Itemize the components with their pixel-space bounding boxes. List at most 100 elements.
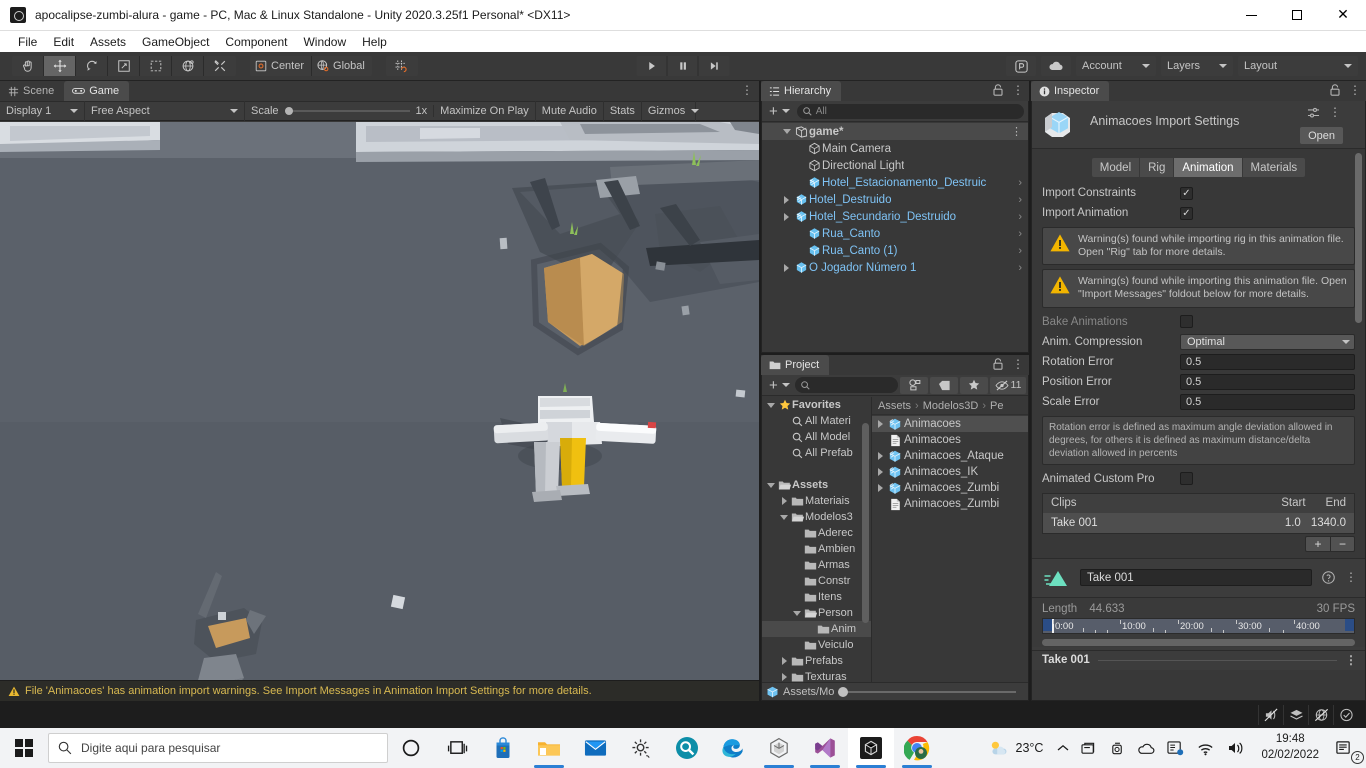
breadcrumb-modelos3d[interactable]: Modelos3D xyxy=(923,400,979,412)
onedrive-cloud-icon[interactable] xyxy=(1131,728,1161,768)
handle-space-button[interactable]: Global xyxy=(312,56,372,76)
project-tree-twisty[interactable] xyxy=(791,610,803,616)
favorites-star-icon[interactable] xyxy=(960,376,988,394)
asset-twisty[interactable] xyxy=(874,468,886,476)
hand-tool-icon[interactable] xyxy=(12,56,44,76)
project-tree-item[interactable]: All Model xyxy=(762,429,871,445)
lock-icon[interactable] xyxy=(993,358,1003,370)
hierarchy-item[interactable]: Hotel_Secundario_Destruido › xyxy=(762,208,1028,225)
menu-help[interactable]: Help xyxy=(354,33,395,51)
menu-edit[interactable]: Edit xyxy=(45,33,82,51)
project-tree-item[interactable]: Anim xyxy=(762,621,871,637)
inspector-scrollbar[interactable] xyxy=(1354,153,1363,696)
scale-tool-icon[interactable] xyxy=(108,56,140,76)
camera-tray-icon[interactable] xyxy=(1104,728,1131,768)
hierarchy-item-twisty[interactable] xyxy=(780,195,793,204)
clip-timeline-bar[interactable]: 0:00 10:00 20:00 30:00 40:00 xyxy=(1042,617,1355,634)
collab-icon[interactable] xyxy=(1006,56,1036,76)
transform-tool-icon[interactable] xyxy=(172,56,204,76)
maximize-on-play-toggle[interactable]: Maximize On Play xyxy=(434,101,536,121)
asset-twisty[interactable] xyxy=(874,484,886,492)
hierarchy-item[interactable]: Hotel_Estacionamento_Destruic › xyxy=(762,174,1028,191)
cloud-icon[interactable] xyxy=(1041,56,1071,76)
clips-table-row[interactable]: Take 001 1.0 1340.0 xyxy=(1043,512,1354,533)
asset-row[interactable]: Animacoes xyxy=(872,416,1028,432)
filter-label-icon[interactable] xyxy=(930,376,958,394)
rect-tool-icon[interactable] xyxy=(140,56,172,76)
notification-center-button[interactable]: 2 xyxy=(1329,728,1366,768)
layout-dropdown[interactable]: Layout xyxy=(1238,56,1358,76)
prefab-open-chevron-icon[interactable]: › xyxy=(1014,194,1022,206)
asset-row[interactable]: Animacoes_IK xyxy=(872,464,1028,480)
add-clip-button[interactable]: + xyxy=(1305,535,1330,552)
menu-component[interactable]: Component xyxy=(217,33,295,51)
project-search-input[interactable] xyxy=(794,377,898,393)
outlook-tray-icon[interactable] xyxy=(1161,728,1190,768)
asset-row[interactable]: Animacoes_Ataque xyxy=(872,448,1028,464)
task-view-icon[interactable] xyxy=(434,728,480,768)
prefab-open-chevron-icon[interactable]: › xyxy=(1014,245,1022,257)
clip-end-handle[interactable] xyxy=(1345,618,1354,631)
create-object-button[interactable]: + xyxy=(766,104,793,119)
layers-status-icon[interactable] xyxy=(1283,704,1308,725)
tab-materials[interactable]: Materials xyxy=(1242,158,1306,177)
position-error-input[interactable]: 0.5 xyxy=(1180,373,1355,390)
menu-file[interactable]: File xyxy=(10,33,45,51)
asset-row[interactable]: Animacoes_Zumbi xyxy=(872,496,1028,512)
tab-model[interactable]: Model xyxy=(1091,158,1141,177)
tab-game[interactable]: Game xyxy=(64,81,130,101)
layers-dropdown[interactable]: Layers xyxy=(1161,56,1233,76)
hierarchy-item[interactable]: Rua_Canto › xyxy=(762,225,1028,242)
clip-timeline-scrollbar[interactable] xyxy=(1042,638,1355,647)
clip-name-input[interactable]: Take 001 xyxy=(1080,569,1312,586)
lock-icon[interactable] xyxy=(1330,84,1340,96)
tab-rig[interactable]: Rig xyxy=(1140,158,1175,177)
gizmos-dropdown[interactable]: Gizmos xyxy=(642,101,700,121)
inspector-settings-kebab-icon[interactable]: ⋮ xyxy=(1329,106,1341,119)
microsoft-store-icon[interactable] xyxy=(480,728,526,768)
project-tree-twisty[interactable] xyxy=(778,514,790,520)
asset-twisty[interactable] xyxy=(874,420,886,428)
prefab-open-chevron-icon[interactable]: › xyxy=(1014,262,1022,274)
scale-error-input[interactable]: 0.5 xyxy=(1180,393,1355,410)
start-button[interactable] xyxy=(0,728,48,768)
project-tree-twisty[interactable] xyxy=(765,402,777,408)
game-render-viewport[interactable]: File 'Animacoes' has animation import wa… xyxy=(0,122,759,701)
project-tree-twisty[interactable] xyxy=(778,497,790,505)
tab-hierarchy[interactable]: Hierarchy xyxy=(761,81,842,101)
display-dropdown[interactable]: Display 1 xyxy=(0,101,85,121)
menu-window[interactable]: Window xyxy=(295,33,354,51)
breadcrumb-personagens[interactable]: Pe xyxy=(990,400,1003,412)
project-tree-item[interactable]: Favorites xyxy=(762,397,871,413)
volume-icon[interactable] xyxy=(1221,728,1251,768)
clip-start-handle[interactable] xyxy=(1043,618,1052,631)
tab-scene[interactable]: Scene xyxy=(0,81,65,101)
hierarchy-item-twisty[interactable] xyxy=(780,263,793,272)
project-tree-item[interactable]: Ambien xyxy=(762,541,871,557)
preset-icon[interactable] xyxy=(1307,107,1320,119)
stats-toggle[interactable]: Stats xyxy=(604,101,642,121)
asset-zoom-slider[interactable] xyxy=(838,686,1016,697)
prefab-open-chevron-icon[interactable]: › xyxy=(1014,228,1022,240)
project-create-button[interactable]: + xyxy=(766,378,793,393)
project-tree-item[interactable]: Materiais xyxy=(762,493,871,509)
close-button[interactable]: ✕ xyxy=(1320,0,1366,31)
settings-icon[interactable] xyxy=(618,728,664,768)
pause-button[interactable] xyxy=(667,56,699,76)
scene-kebab-icon[interactable]: ⋮ xyxy=(1011,126,1022,137)
import-constraints-checkbox[interactable]: ✓ xyxy=(1180,186,1193,200)
weather-widget[interactable]: 23°C xyxy=(980,728,1052,768)
asset-row[interactable]: Animacoes xyxy=(872,432,1028,448)
prefab-open-chevron-icon[interactable]: › xyxy=(1014,211,1022,223)
hierarchy-kebab-icon[interactable]: ⋮ xyxy=(1012,84,1024,96)
hierarchy-item[interactable]: Rua_Canto (1) › xyxy=(762,242,1028,259)
hierarchy-item[interactable]: Directional Light xyxy=(762,157,1028,174)
pivot-mode-button[interactable]: Center xyxy=(250,56,313,76)
ready-status-icon[interactable] xyxy=(1333,704,1358,725)
hierarchy-item[interactable]: Hotel_Destruido › xyxy=(762,191,1028,208)
hierarchy-scene-root[interactable]: game* ⋮ xyxy=(762,123,1028,140)
breadcrumb-assets[interactable]: Assets xyxy=(878,400,911,412)
lock-icon[interactable] xyxy=(993,84,1003,96)
rotate-tool-icon[interactable] xyxy=(76,56,108,76)
mute-audio-toggle[interactable]: Mute Audio xyxy=(536,101,604,121)
